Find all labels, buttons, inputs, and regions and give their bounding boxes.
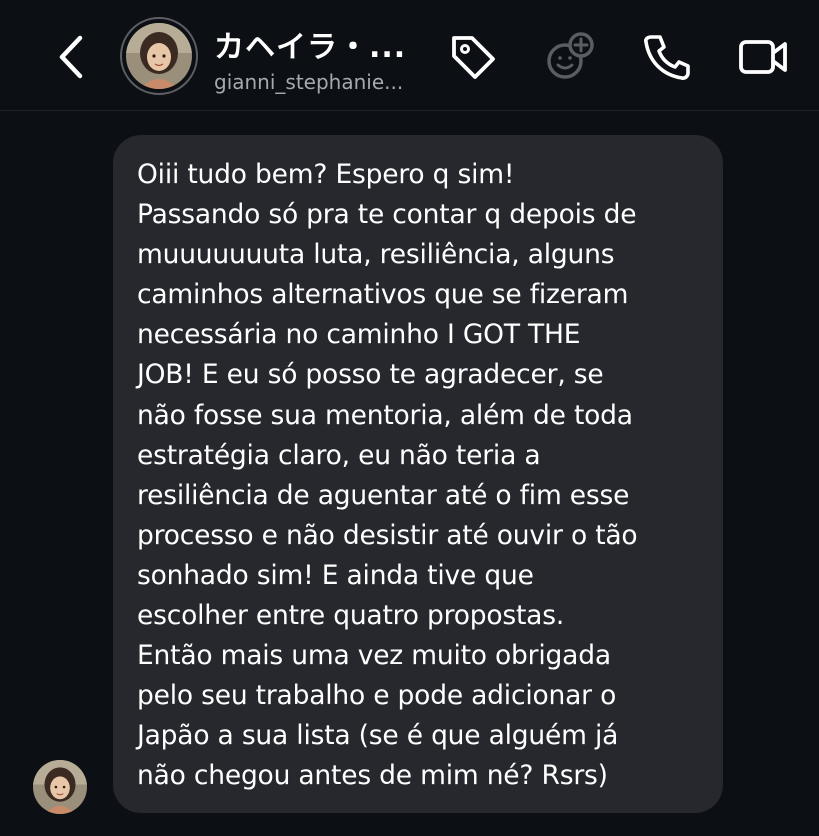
video-call-button[interactable] (737, 30, 791, 84)
video-camera-icon (739, 40, 787, 74)
add-sticker-icon (547, 32, 594, 79)
message-line: Passando só pra te contar q depois de (137, 199, 637, 231)
sender-avatar[interactable] (33, 760, 87, 814)
call-button[interactable] (639, 30, 693, 84)
message-line: estratégia claro, eu não teria a (137, 439, 541, 471)
chat-header: カヘイラ・... gianni_stephanie... (0, 0, 819, 111)
contact-username[interactable]: gianni_stephanie... (214, 70, 403, 94)
contact-avatar[interactable] (120, 17, 198, 95)
add-sticker-button[interactable] (543, 30, 597, 84)
message-line: muuuuuuuta luta, resiliência, alguns (137, 239, 615, 271)
message-line: escolher entre quatro propostas. (137, 600, 565, 632)
message-bubble[interactable]: Oiii tudo bem? Espero q sim! Passando só… (113, 135, 723, 813)
message-line: sonhado sim! E ainda tive que (137, 559, 534, 591)
contact-name[interactable]: カヘイラ・... (214, 22, 406, 66)
back-button[interactable] (52, 32, 92, 82)
tag-button[interactable] (446, 30, 500, 84)
message-line: Então mais uma vez muito obrigada (137, 640, 611, 672)
message-line: processo e não desistir até ouvir o tão (137, 519, 638, 551)
message-line: não chegou antes de mim né? Rsrs) (137, 760, 608, 792)
message-line: Oiii tudo bem? Espero q sim! (137, 159, 515, 190)
avatar-image (33, 760, 87, 814)
message-line: caminhos alternativos que se fizeram (137, 279, 629, 311)
message-line: JOB! E eu só posso te agradecer, se (137, 359, 604, 391)
avatar-image (126, 23, 192, 89)
message-line: não fosse sua mentoria, além de toda (137, 399, 633, 431)
message-line: necessária no caminho I GOT THE (137, 319, 581, 351)
tag-icon (452, 36, 495, 79)
phone-icon (644, 35, 690, 80)
message-line: resiliência de aguentar até o fim esse (137, 479, 630, 511)
chevron-left-icon (59, 35, 83, 79)
message-line: pelo seu trabalho e pode adicionar o (137, 680, 617, 712)
message-line: Japão a sua lista (se é que alguém já (137, 720, 619, 752)
